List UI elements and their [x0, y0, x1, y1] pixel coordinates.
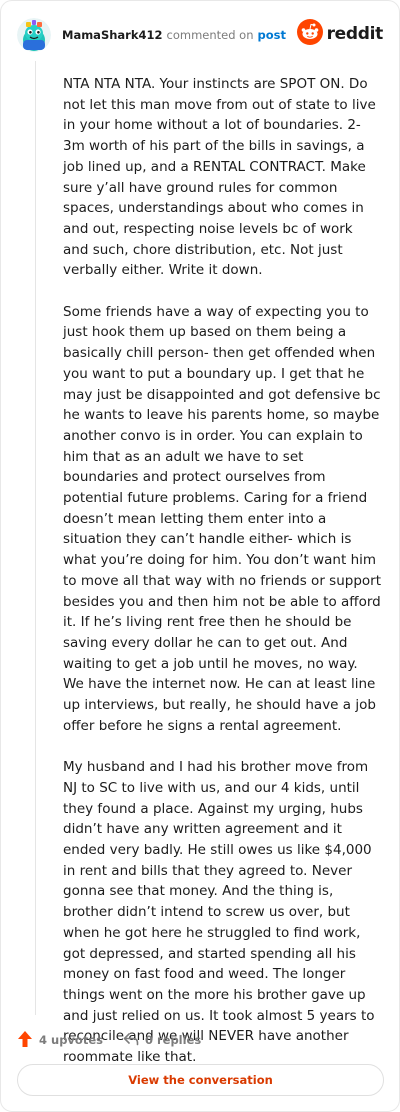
- commented-on-text: commented on: [166, 28, 254, 42]
- comment-actions: 4 upvotes 0 replies: [17, 1029, 201, 1051]
- reply-arrow-icon: [123, 1032, 139, 1049]
- comment-meta: MamaShark412 commented on post: [62, 28, 286, 42]
- reply-count: 0 replies: [144, 1033, 202, 1047]
- post-link[interactable]: post: [258, 28, 286, 42]
- comment-paragraph: Some friends have a way of expecting you…: [63, 303, 381, 734]
- reddit-brand[interactable]: reddit: [296, 19, 384, 49]
- reply-button[interactable]: 0 replies: [123, 1032, 201, 1049]
- comment-body: NTA NTA NTA. Your instincts are SPOT ON.…: [63, 74, 381, 1088]
- comment-paragraph: My husband and I had his brother move fr…: [63, 759, 375, 1066]
- thread-line[interactable]: [35, 61, 36, 1015]
- comment-card: MamaShark412 commented on post reddit NT…: [0, 0, 400, 1112]
- upvote-arrow-icon: [17, 1030, 33, 1051]
- comment-header: MamaShark412 commented on post reddit: [17, 15, 383, 55]
- reddit-wordmark: reddit: [326, 24, 384, 44]
- upvote-button[interactable]: 4 upvotes: [17, 1030, 103, 1051]
- snoo-avatar-icon[interactable]: [17, 18, 51, 52]
- username-link[interactable]: MamaShark412: [62, 28, 163, 42]
- view-conversation-button[interactable]: View the conversation: [17, 1064, 384, 1096]
- reddit-logo-icon: [296, 19, 323, 49]
- upvote-count: 4 upvotes: [39, 1033, 103, 1047]
- comment-paragraph: NTA NTA NTA. Your instincts are SPOT ON.…: [63, 76, 376, 279]
